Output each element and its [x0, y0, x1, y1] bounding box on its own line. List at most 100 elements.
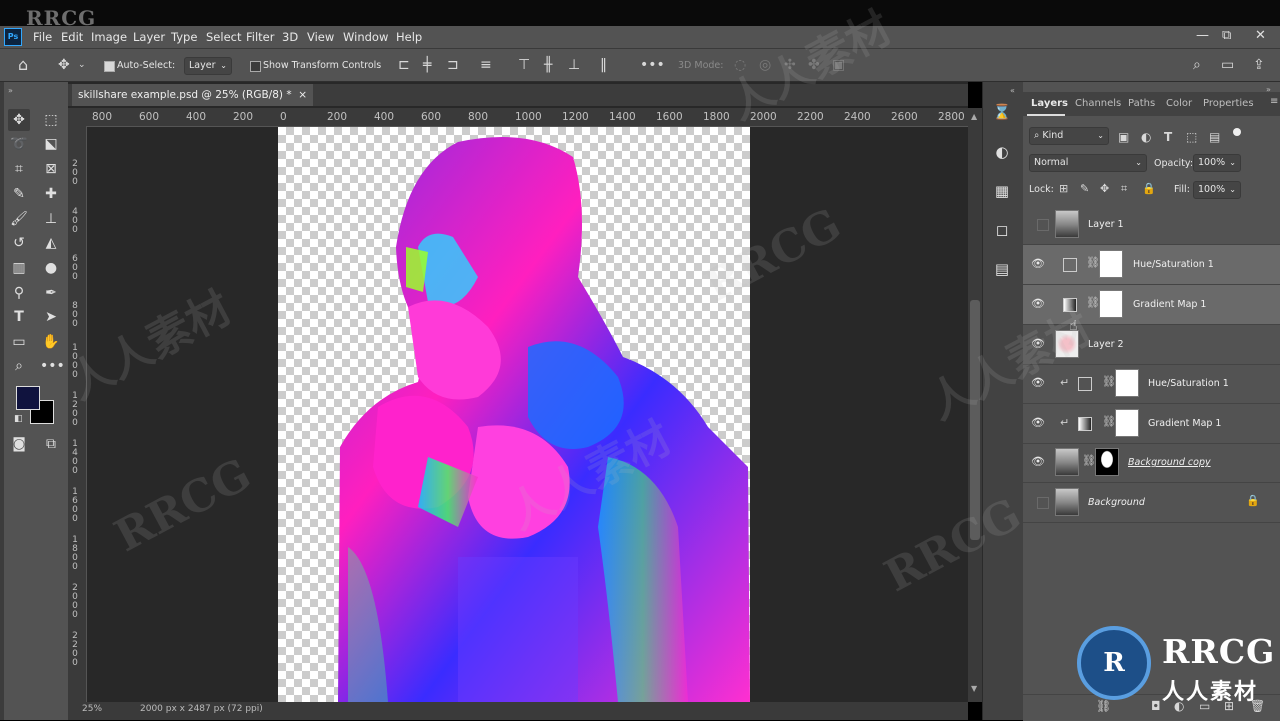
- rectangle-tool-icon[interactable]: ▭: [8, 331, 30, 353]
- marquee-tool-icon[interactable]: ⬚: [40, 109, 62, 131]
- filter-kind-dropdown[interactable]: ⌕ Kind ⌄: [1029, 127, 1109, 145]
- scroll-up-icon[interactable]: ▲: [971, 112, 977, 121]
- menu-help[interactable]: Help: [396, 30, 422, 44]
- adjustments-icon[interactable]: ◐: [990, 140, 1014, 164]
- scroll-down-icon[interactable]: ▼: [971, 684, 977, 693]
- object-select-tool-icon[interactable]: ⬕: [40, 133, 62, 155]
- tab-channels[interactable]: Channels: [1075, 98, 1121, 109]
- screen-mode-icon[interactable]: ⧉: [40, 433, 62, 455]
- crop-tool-icon[interactable]: ⌗: [8, 158, 30, 180]
- gradient-tool-icon[interactable]: ▥: [8, 257, 30, 279]
- align-left-icon[interactable]: ⊏: [398, 58, 410, 72]
- tab-properties[interactable]: Properties: [1203, 98, 1254, 109]
- link-icon[interactable]: ⛓: [1086, 256, 1100, 269]
- panel-menu-icon[interactable]: ≡: [1270, 96, 1278, 107]
- menu-layer[interactable]: Layer: [133, 30, 165, 44]
- frame-tool-icon[interactable]: ⊠: [40, 158, 62, 180]
- visibility-toggle[interactable]: [1037, 219, 1049, 231]
- link-icon[interactable]: ⛓: [1102, 415, 1116, 428]
- lock-pixels-icon[interactable]: ✎: [1080, 182, 1089, 196]
- brush-tool-icon[interactable]: 🖌: [8, 208, 30, 230]
- move-tool-icon[interactable]: ✥: [58, 58, 70, 72]
- align-bottom-icon[interactable]: ⊥: [568, 58, 580, 72]
- default-colors-icon[interactable]: ◧: [14, 414, 23, 424]
- tab-color[interactable]: Color: [1166, 98, 1192, 109]
- menu-image[interactable]: Image: [91, 30, 127, 44]
- filter-shape-icon[interactable]: ⬚: [1186, 130, 1197, 144]
- filter-adjustment-icon[interactable]: ◐: [1141, 130, 1151, 144]
- lock-position-icon[interactable]: ✥: [1100, 182, 1109, 196]
- transform-controls-checkbox[interactable]: [250, 61, 261, 72]
- clone-stamp-tool-icon[interactable]: ⊥: [40, 208, 62, 230]
- align-top-icon[interactable]: ⊤: [518, 58, 530, 72]
- tab-paths[interactable]: Paths: [1128, 98, 1155, 109]
- menu-file[interactable]: File: [33, 30, 52, 44]
- filter-pixel-icon[interactable]: ▣: [1118, 130, 1129, 144]
- type-tool-icon[interactable]: T: [8, 306, 30, 328]
- chevron-down-icon[interactable]: ⌄: [78, 58, 86, 72]
- blend-mode-dropdown[interactable]: Normal ⌄: [1029, 154, 1147, 172]
- hand-tool-icon[interactable]: ✋: [40, 331, 62, 353]
- lasso-tool-icon[interactable]: ➰: [8, 133, 30, 155]
- close-icon[interactable]: ✕: [1255, 28, 1266, 43]
- add-mask-icon[interactable]: ◘: [1151, 699, 1161, 713]
- eye-icon[interactable]: 👁: [1031, 455, 1045, 469]
- restore-icon[interactable]: ⧉: [1222, 28, 1231, 43]
- eye-icon[interactable]: 👁: [1031, 416, 1045, 430]
- dodge-tool-icon[interactable]: ⚲: [8, 282, 30, 304]
- menu-select[interactable]: Select: [206, 30, 241, 44]
- grid-icon[interactable]: ▤: [990, 257, 1014, 281]
- distribute-icon[interactable]: ≡: [480, 58, 492, 72]
- move-tool-icon[interactable]: ✥: [8, 109, 30, 131]
- opacity-input[interactable]: 100% ⌄: [1193, 154, 1241, 172]
- swatches-icon[interactable]: ◻: [990, 218, 1014, 242]
- foreground-color-swatch[interactable]: [16, 386, 40, 410]
- menu-view[interactable]: View: [307, 30, 334, 44]
- libraries-icon[interactable]: ▦: [990, 179, 1014, 203]
- document-tab[interactable]: skillshare example.psd @ 25% (RGB/8) * ×: [72, 84, 314, 106]
- quick-mask-icon[interactable]: ◙: [8, 433, 30, 455]
- lock-transparent-icon[interactable]: ⊞: [1059, 182, 1068, 196]
- home-icon[interactable]: ⌂: [18, 57, 28, 73]
- layer-mask-thumbnail[interactable]: [1099, 290, 1123, 318]
- pen-tool-icon[interactable]: ✒: [40, 282, 62, 304]
- zoom-tool-icon[interactable]: ⌕: [8, 355, 30, 377]
- healing-brush-tool-icon[interactable]: ✚: [40, 183, 62, 205]
- lock-icon[interactable]: 🔒: [1246, 494, 1260, 507]
- fill-input[interactable]: 100% ⌄: [1193, 181, 1241, 199]
- menu-3d[interactable]: 3D: [282, 30, 298, 44]
- align-right-icon[interactable]: ⊐: [447, 58, 459, 72]
- tab-close-icon[interactable]: ×: [298, 89, 307, 101]
- collapse-icon[interactable]: «: [1010, 86, 1015, 95]
- link-icon[interactable]: ⛓: [1086, 296, 1100, 309]
- layer-row[interactable]: 👁 ↵ ⛓ Hue/Saturation 1: [1023, 364, 1280, 404]
- lock-all-icon[interactable]: 🔒: [1142, 182, 1156, 196]
- layer-row[interactable]: 👁 ↵ ⛓ Gradient Map 1: [1023, 404, 1280, 444]
- tab-layers[interactable]: Layers: [1031, 98, 1068, 109]
- layer-mask-thumbnail[interactable]: [1115, 409, 1139, 437]
- search-icon[interactable]: ⌕: [1193, 58, 1201, 72]
- auto-select-target-dropdown[interactable]: Layer ⌄: [184, 57, 232, 75]
- link-icon[interactable]: ⛓: [1102, 375, 1116, 388]
- collapse-icon[interactable]: »: [8, 86, 13, 95]
- share-icon[interactable]: ⇪: [1253, 58, 1265, 72]
- layer-row[interactable]: 👁 ⛓ Hue/Saturation 1: [1023, 245, 1280, 285]
- menu-edit[interactable]: Edit: [61, 30, 83, 44]
- more-options-icon[interactable]: •••: [640, 58, 665, 72]
- history-icon[interactable]: ⌛: [990, 100, 1014, 124]
- minimize-icon[interactable]: —: [1196, 28, 1209, 43]
- link-icon[interactable]: ⛓: [1082, 454, 1096, 467]
- zoom-level[interactable]: 25%: [82, 704, 102, 714]
- layer-mask-thumbnail[interactable]: [1115, 369, 1139, 397]
- eraser-tool-icon[interactable]: ◭: [40, 232, 62, 254]
- history-brush-tool-icon[interactable]: ↺: [8, 232, 30, 254]
- filter-smart-object-icon[interactable]: ▤: [1209, 130, 1220, 144]
- menu-type[interactable]: Type: [171, 30, 197, 44]
- workspace-icon[interactable]: ▭: [1221, 58, 1234, 72]
- lock-artboard-icon[interactable]: ⌗: [1121, 182, 1127, 196]
- filter-type-icon[interactable]: T: [1164, 130, 1172, 144]
- align-middle-v-icon[interactable]: ╫: [544, 58, 552, 72]
- eyedropper-tool-icon[interactable]: ✎: [8, 183, 30, 205]
- visibility-toggle[interactable]: [1037, 497, 1049, 509]
- layer-row[interactable]: Layer 1: [1023, 205, 1280, 245]
